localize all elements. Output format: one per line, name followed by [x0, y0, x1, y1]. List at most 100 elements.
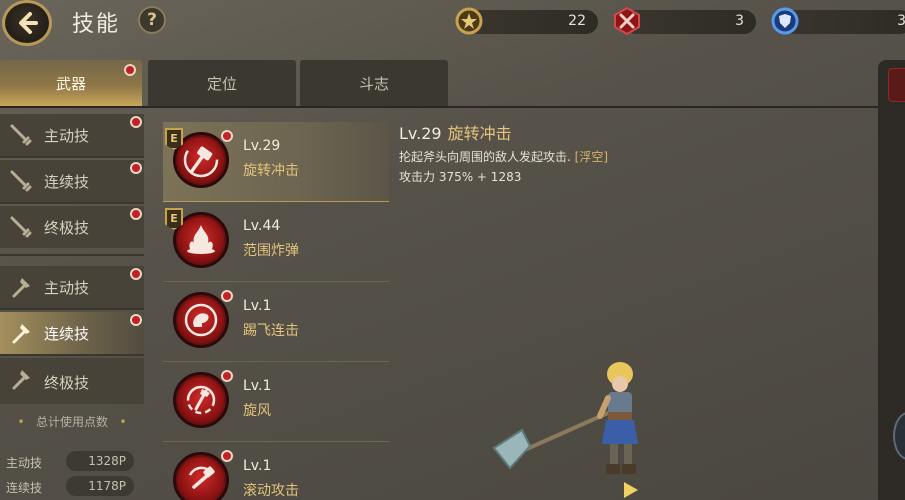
skill-item-whirlwind[interactable]: Lv.1 旋风 — [163, 362, 389, 442]
gold-gear-icon — [455, 7, 483, 35]
skill-name: 旋风 — [243, 403, 271, 419]
alert-dot — [221, 130, 233, 142]
skill-icon — [173, 452, 229, 500]
divider — [0, 308, 144, 310]
polearm-blade — [492, 428, 532, 470]
alert-dot — [130, 314, 142, 326]
category-label: 主动技 — [44, 127, 90, 145]
tab-label: 定位 — [206, 74, 237, 93]
sword-icon — [10, 124, 32, 146]
category-label: 连续技 — [44, 173, 90, 191]
divider — [0, 156, 144, 158]
explosion-icon — [187, 225, 215, 254]
currency-red: 3 — [614, 6, 756, 36]
bullet-dot: • — [17, 415, 25, 429]
character-boot — [622, 464, 636, 474]
skill-name: 旋转冲击 — [243, 163, 299, 179]
tab-divider — [0, 106, 880, 108]
alert-dot — [221, 290, 233, 302]
category-label: 终极技 — [44, 219, 90, 237]
points-label: 主动技 — [6, 456, 43, 470]
skill-item-spin-strike[interactable]: E Lv.29 旋转冲击 — [163, 122, 389, 202]
points-row: 主动技 1328P — [6, 451, 138, 471]
skill-detail-title: Lv.29 旋转冲击 — [399, 120, 512, 144]
skill-level: Lv.1 — [243, 458, 272, 474]
alert-dot — [130, 208, 142, 220]
axe-icon — [12, 324, 30, 344]
alert-dot — [130, 116, 142, 128]
character-preview — [492, 362, 638, 474]
kick-icon — [184, 303, 218, 337]
play-icon[interactable] — [622, 480, 640, 500]
points-title: • 总计使用点数 • — [0, 413, 144, 430]
points-value: 1328P — [66, 451, 134, 471]
points-value: 1178P — [66, 476, 134, 496]
skill-icon — [173, 372, 229, 428]
hammer-swing-icon — [183, 142, 219, 178]
tab-position[interactable]: 定位 — [148, 60, 296, 106]
category-label: 主动技 — [44, 279, 90, 297]
category-axe-ultimate[interactable]: 终极技 — [0, 358, 144, 404]
divider — [0, 254, 144, 256]
category-sword-active[interactable]: 主动技 — [0, 114, 144, 156]
alert-dot — [221, 450, 233, 462]
skill-detail-description: 抡起斧头向周围的敌人发起攻击. [浮空] — [399, 148, 608, 165]
page-title: 技能 — [72, 12, 121, 37]
character-face — [612, 376, 628, 392]
alert-dot — [130, 162, 142, 174]
skill-item-rolling-attack[interactable]: Lv.1 滚动攻击 — [163, 442, 389, 500]
currency-blue-value: 3 — [897, 13, 905, 29]
blue-shield-icon — [771, 7, 799, 35]
detail-level: Lv.29 — [399, 124, 442, 143]
help-button[interactable]: ? — [138, 6, 166, 34]
alert-dot — [130, 268, 142, 280]
skill-name: 滚动攻击 — [243, 483, 299, 499]
red-crossed-swords-icon — [614, 6, 640, 36]
bullet-dot: • — [119, 415, 127, 429]
skill-level: Lv.1 — [243, 378, 272, 394]
skill-name: 踢飞连击 — [243, 323, 299, 339]
tab-spirit[interactable]: 斗志 — [300, 60, 448, 106]
whirlwind-axe-icon — [186, 385, 216, 415]
category-label: 连续技 — [44, 325, 90, 343]
tab-weapon[interactable]: 武器 — [0, 60, 142, 106]
character-skirt — [602, 420, 638, 444]
category-label: 终极技 — [44, 374, 90, 392]
divider — [0, 354, 144, 356]
skill-level: Lv.44 — [243, 218, 281, 234]
divider — [0, 202, 144, 204]
character-boot — [606, 464, 620, 474]
alert-dot — [221, 370, 233, 382]
tab-label: 武器 — [55, 74, 86, 93]
currency-blue: 3 — [771, 7, 905, 35]
back-button[interactable] — [2, 0, 52, 46]
skill-detail-stat: 攻击力 375% + 1283 — [399, 170, 522, 184]
detail-description-text: 抡起斧头向周围的敌人发起攻击. — [399, 150, 575, 164]
axe-icon — [12, 370, 30, 390]
skill-level: Lv.1 — [243, 298, 272, 314]
tab-label: 斗志 — [358, 74, 389, 93]
points-label: 连续技 — [6, 481, 43, 495]
category-axe-combo[interactable]: 连续技 — [0, 312, 144, 354]
right-panel-button[interactable] — [888, 68, 905, 102]
skill-name: 范围炸弹 — [243, 243, 299, 259]
sword-icon — [10, 170, 32, 192]
rolling-hammer-icon — [188, 466, 215, 489]
back-arrow-icon — [19, 12, 38, 34]
points-title-text: 总计使用点数 — [35, 415, 108, 429]
currency-gold: 22 — [455, 7, 598, 35]
skill-level: Lv.29 — [243, 138, 281, 154]
skill-item-kick-combo[interactable]: Lv.1 踢飞连击 — [163, 282, 389, 362]
skill-item-area-bomb[interactable]: E Lv.44 范围炸弹 — [163, 202, 389, 282]
character-belt — [608, 412, 632, 420]
sword-icon — [10, 216, 32, 238]
category-sword-ultimate[interactable]: 终极技 — [0, 206, 144, 248]
currency-gold-value: 22 — [568, 13, 586, 29]
points-row: 连续技 1178P — [6, 476, 138, 496]
category-axe-active[interactable]: 主动技 — [0, 266, 144, 308]
category-sword-combo[interactable]: 连续技 — [0, 160, 144, 202]
detail-tag: [浮空] — [574, 150, 609, 164]
polearm-shaft — [518, 410, 612, 454]
skill-icon — [173, 292, 229, 348]
currency-red-value: 3 — [735, 13, 744, 29]
